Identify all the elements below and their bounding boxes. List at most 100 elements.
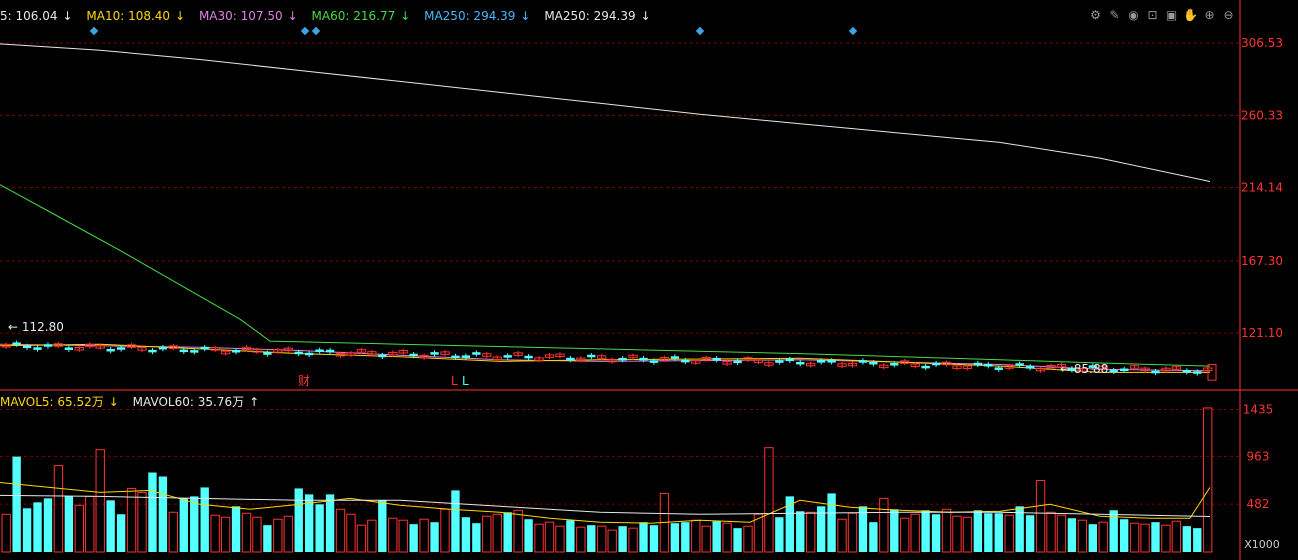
candle-down (179, 349, 188, 353)
volume-bar-down (1025, 515, 1035, 552)
candle-down (64, 347, 74, 350)
volume-unit-label: X1000 (1244, 538, 1280, 551)
candle-down (472, 352, 481, 355)
volume-bar-down (294, 488, 303, 552)
event-diamond-icon (311, 26, 321, 36)
chart-markers: 财 L L ← 112.80 ← 85.88 (8, 26, 1108, 388)
candle-down (796, 361, 805, 365)
volume-bar-down (461, 517, 471, 552)
minus-icon[interactable]: ⊖ (1221, 8, 1236, 23)
bag-icon[interactable]: ▣ (1164, 8, 1179, 23)
volume-bar-down (566, 520, 575, 552)
volume-bar-up (806, 511, 816, 553)
volume-bar-down (12, 456, 21, 552)
volume-bar-up (534, 523, 544, 553)
candle-down (984, 364, 993, 367)
volume-bar-down (639, 522, 648, 552)
volume-bar-up (513, 509, 523, 553)
hand-icon[interactable]: ✋ (1183, 8, 1198, 23)
volume-bar-down (263, 525, 272, 552)
legend-ma30: MA30: 107.50 ↓ (198, 9, 298, 23)
candle-down (43, 344, 53, 347)
candle-down (1025, 366, 1035, 369)
volume-bar-down (994, 513, 1003, 552)
lock-icon[interactable]: ⊡ (1145, 8, 1160, 23)
y-axis: 306.53 260.33 214.14 167.30 121.10 1435 963 482… (0, 0, 1298, 560)
candle-down (378, 354, 387, 358)
candle-down (639, 357, 648, 361)
volume-bar-down (158, 476, 168, 552)
volume-bar-up (283, 515, 293, 553)
legend-ma10: MA10: 108.40 ↓ (86, 9, 186, 23)
volume-bar-down (827, 493, 836, 552)
marker-l-cyan: L (462, 374, 469, 388)
volume-bar-up (1056, 514, 1067, 553)
volume-bar-up (1140, 523, 1150, 553)
volume-bar-up (168, 511, 179, 553)
volume-bar-up (137, 491, 147, 553)
volume-bar-down (190, 496, 199, 552)
candle-down (1193, 371, 1202, 374)
volume-bar-up (910, 513, 920, 553)
chart-grid (0, 42, 1240, 505)
candle-down (816, 360, 826, 363)
volume-bar-up (555, 525, 565, 553)
candle-down (775, 360, 784, 363)
volume-bar-up (85, 495, 95, 553)
event-diamond-icon (695, 26, 705, 36)
volume-bar-down (796, 511, 805, 552)
volume-bar-up (273, 518, 283, 553)
volume-bar-up (722, 522, 732, 553)
candle-down (461, 355, 471, 358)
stock-chart[interactable]: 306.53 260.33 214.14 167.30 121.10 1435 963 482… (0, 0, 1298, 560)
volume-bar-up (241, 512, 252, 553)
volume-bar-up (544, 521, 555, 553)
candle-down (451, 355, 460, 359)
marker-low: ← 85.88 (1060, 362, 1108, 376)
volume-legend: MAVOL5: 65.52万 ↓ MAVOL60: 35.76万 ↑ (0, 393, 269, 410)
volume-bar-up (367, 519, 377, 553)
candle-down (294, 351, 303, 355)
marker-cai: 财 (298, 374, 310, 388)
volume-bar-down (670, 523, 680, 552)
candle-down (973, 362, 983, 366)
volume-bar-up (210, 514, 220, 553)
volume-bar-down (430, 522, 439, 552)
eye-icon[interactable]: ◉ (1126, 8, 1141, 23)
price-tick-label: 306.53 (1241, 36, 1283, 50)
volume-bar-down (378, 500, 387, 552)
candle-down (827, 360, 836, 363)
chart-toolbar: ⚙ ✎ ◉ ⊡ ▣ ✋ ⊕ ⊖ (1088, 8, 1236, 23)
volume-bar-down (148, 472, 157, 552)
volume-bar-down (712, 521, 721, 552)
volume-tick-label: 1435 (1243, 402, 1274, 416)
pen-icon[interactable]: ✎ (1107, 8, 1122, 23)
legend-ma5: 5: 106.04 ↓ (0, 9, 73, 23)
volume-bar-down (1182, 526, 1192, 552)
plus-icon[interactable]: ⊕ (1202, 8, 1217, 23)
legend-ma250-white: MA250: 294.39 ↓ (544, 9, 651, 23)
volume-bar-down (890, 509, 899, 552)
candle-down (890, 363, 899, 366)
volume-bar-down (869, 522, 878, 552)
candle-down (263, 352, 272, 355)
candle-down (921, 365, 930, 369)
volume-bar-down (231, 506, 241, 552)
candle-down (116, 347, 126, 350)
volume-bar-up (1171, 520, 1182, 553)
volume-bar-down (409, 524, 418, 552)
volume-bar-up (900, 517, 910, 553)
volume-bar-down (973, 510, 983, 552)
candle-down (305, 352, 314, 356)
marker-high: ← 112.80 (8, 320, 64, 334)
candle-down (618, 357, 627, 361)
candle-down (409, 353, 418, 357)
volume-bar-down (179, 498, 188, 552)
volume-bar-up (837, 518, 847, 553)
gear-icon[interactable]: ⚙ (1088, 8, 1103, 23)
price-tick-label: 214.14 (1241, 181, 1283, 195)
volume-bar-down (921, 510, 930, 552)
event-diamond-icon (300, 26, 310, 36)
candle-down (315, 349, 324, 352)
volume-bar-up (252, 516, 262, 553)
